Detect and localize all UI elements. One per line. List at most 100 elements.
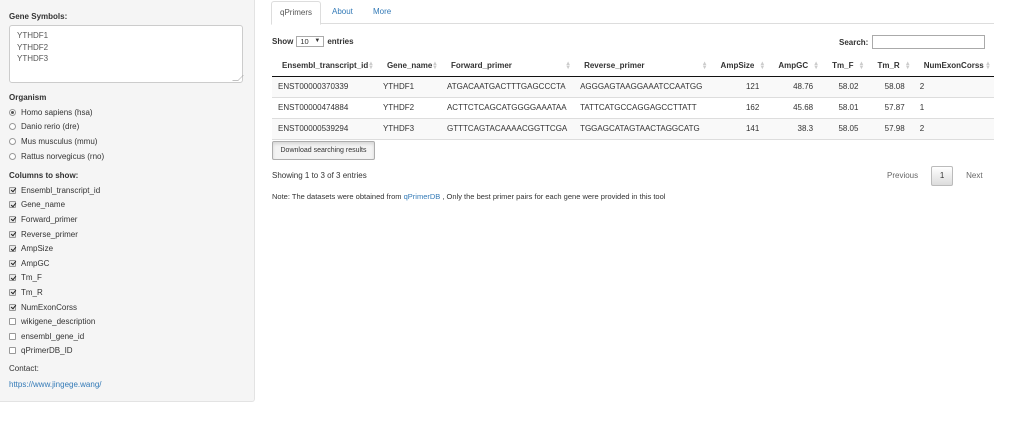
table-row[interactable]: ENST00000370339 YTHDF1 ATGACAATGACTTTGAG… [272,75,994,97]
column-header[interactable]: Reverse_primer ▲ ▼ [574,56,711,77]
checkbox-checked-icon[interactable] [9,186,16,194]
column-option-ampsize[interactable]: AmpSize [9,241,100,256]
caret-down-icon: ▼ [314,38,321,44]
column-option-ampgc[interactable]: AmpGC [9,256,100,271]
column-header[interactable]: AmpSize ▲ ▼ [710,56,769,77]
organism-option-rno[interactable]: Rattus norvegicus (rno) [9,149,104,164]
column-option-label: Tm_F [21,273,42,283]
column-option-qprimerdb-id[interactable]: qPrimerDB_ID [9,344,100,359]
tab-more[interactable]: More [365,1,399,24]
gene-symbol-line: YTHDF3 [17,54,49,63]
checkbox-icon[interactable] [9,332,16,340]
radio-selected-icon[interactable] [9,108,16,116]
checkbox-checked-icon[interactable] [9,215,16,223]
table-cell: 2 [913,75,994,97]
column-header[interactable]: Tm_R ▲ ▼ [867,56,914,77]
contact-link[interactable]: https://www.jingege.wang/ [9,380,102,389]
show-label: Show [272,37,294,46]
column-option-gene-name[interactable]: Gene_name [9,198,100,213]
table-cell: 48.76 [768,75,823,97]
previous-page-button[interactable]: Previous [878,165,927,186]
columns-to-show-label: Columns to show: [9,171,79,180]
organism-label: Organism [9,93,47,102]
column-option-tm-f[interactable]: Tm_F [9,271,100,286]
table-cell: 58.02 [822,75,868,97]
organism-option-dre[interactable]: Danio rerio (dre) [9,120,104,135]
column-option-label: Ensembl_transcript_id [21,185,101,195]
column-option-numexoncorss[interactable]: NumExonCorss [9,300,100,315]
organism-option-label: Rattus norvegicus (rno) [21,151,105,161]
table-cell: 57.87 [867,96,914,118]
column-header[interactable]: NumExonCorss ▲ ▼ [913,56,994,77]
column-option-label: ensembl_gene_id [21,331,85,341]
column-header[interactable]: Ensembl_transcript_id ▲ ▼ [272,56,377,77]
radio-icon[interactable] [9,123,16,131]
table-cell: ACTTCTCAGCATGGGGAAATAA [440,96,575,118]
checkbox-icon[interactable] [9,318,16,326]
note-suffix: , Only the best primer pairs for each ge… [440,192,666,201]
column-option-ensembl-transcript-id[interactable]: Ensembl_transcript_id [9,183,100,198]
checkbox-icon[interactable] [9,347,16,355]
column-header[interactable]: AmpGC ▲ ▼ [768,56,823,77]
table-cell: ENST00000370339 [272,75,377,97]
columns-checkbox-group: Ensembl_transcript_id Gene_name Forward_… [9,183,100,358]
column-option-label: NumExonCorss [21,302,78,312]
organism-option-mmu[interactable]: Mus musculus (mmu) [9,134,104,149]
column-option-tm-r[interactable]: Tm_R [9,285,100,300]
checkbox-checked-icon[interactable] [9,201,16,209]
organism-option-hsa[interactable]: Homo sapiens (hsa) [9,105,104,120]
checkbox-checked-icon[interactable] [9,259,16,267]
column-option-reverse-primer[interactable]: Reverse_primer [9,227,100,242]
table-row[interactable]: ENST00000474884 YTHDF2 ACTTCTCAGCATGGGGA… [272,96,994,118]
table-cell: YTHDF3 [376,117,441,140]
qprimerdb-link[interactable]: qPrimerDB [404,192,441,201]
search-input[interactable] [872,35,986,49]
column-header[interactable]: Gene_name ▲ ▼ [376,56,441,77]
sort-icon: ▲ ▼ [432,61,438,71]
table-cell: 58.08 [867,75,914,97]
checkbox-checked-icon[interactable] [9,303,16,311]
next-page-button[interactable]: Next [957,165,991,186]
column-option-label: Tm_R [21,287,43,297]
datasets-note: Note: The datasets were obtained from qP… [272,192,665,201]
checkbox-checked-icon[interactable] [9,288,16,296]
radio-icon[interactable] [9,152,16,160]
checkbox-checked-icon[interactable] [9,274,16,282]
column-header[interactable]: Forward_primer ▲ ▼ [440,56,575,77]
sort-icon: ▲ ▼ [759,61,766,71]
table-info-text: Showing 1 to 3 of 3 entries [272,171,367,180]
table-cell: ATGACAATGACTTTGAGCCCTA [440,75,575,97]
page-length-value: 10 [300,37,309,46]
gene-symbol-line: YTHDF1 [17,31,49,40]
note-prefix: Note: The datasets were obtained from [272,192,404,201]
checkbox-checked-icon[interactable] [9,230,16,238]
column-option-label: wikigene_description [21,317,96,327]
tab-about[interactable]: About [324,1,361,24]
column-option-forward-primer[interactable]: Forward_primer [9,212,100,227]
sort-icon: ▲ ▼ [813,61,820,71]
column-option-ensembl-gene-id[interactable]: ensembl_gene_id [9,329,100,344]
page-length-select[interactable]: 10 ▼ [296,36,325,47]
column-option-wikigene-description[interactable]: wikigene_description [9,314,100,329]
table-cell: 162 [710,96,769,118]
table-header-row: Ensembl_transcript_id ▲ ▼ Gene_name ▲ ▼ Forw… [272,56,994,77]
column-option-label: Forward_primer [21,214,78,224]
table-cell: TATTCATGCCAGGAGCCTTATT [574,96,711,118]
download-results-button[interactable]: Download searching results [272,141,375,160]
radio-icon[interactable] [9,137,16,145]
gene-symbols-textarea[interactable]: YTHDF1 YTHDF2 YTHDF3 [9,25,244,83]
sort-icon: ▲ ▼ [701,61,708,71]
sort-icon: ▲ ▼ [904,61,911,71]
checkbox-checked-icon[interactable] [9,245,16,253]
page-1-button[interactable]: 1 [931,165,954,186]
table-cell: YTHDF2 [376,96,441,118]
table-cell: 1 [913,96,994,118]
sort-icon: ▲ ▼ [858,61,865,71]
resize-handle-icon[interactable] [232,75,244,81]
table-cell: 57.98 [867,117,914,140]
table-row[interactable]: ENST00000539294 YTHDF3 GTTTCAGTACAAAACGG… [272,117,994,140]
page-length-control: Show 10 ▼ entries [272,36,354,47]
column-header[interactable]: Tm_F ▲ ▼ [822,56,868,77]
tab-qprimers[interactable]: qPrimers [271,1,322,25]
table-cell: ENST00000474884 [272,96,377,118]
